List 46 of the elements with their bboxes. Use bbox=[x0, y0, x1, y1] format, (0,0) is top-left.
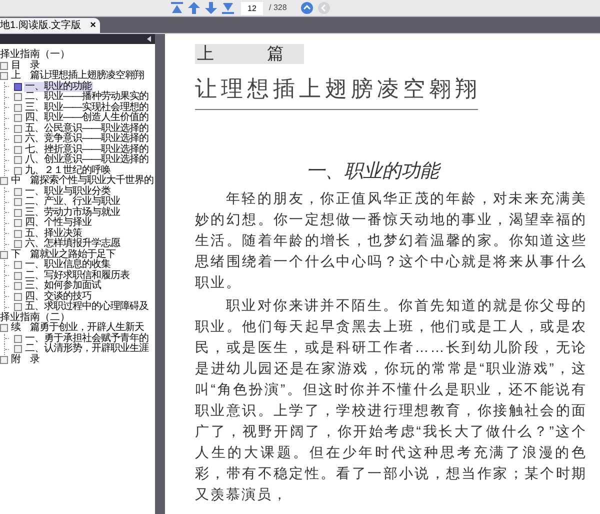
outline-heading: 择业指南（二） bbox=[0, 312, 70, 322]
outline-item[interactable]: 三、如何参加面试 bbox=[24, 281, 102, 292]
outline-item[interactable]: 一、职业的功能 bbox=[24, 82, 92, 92]
outline-item[interactable]: 目 录 bbox=[10, 60, 40, 71]
first-page-icon[interactable] bbox=[170, 1, 184, 15]
outline-item[interactable]: 九、２１世纪的呼唤 bbox=[24, 166, 112, 176]
outline-item[interactable]: 四、交谈的技巧 bbox=[24, 292, 92, 302]
outline-item[interactable]: 上 篇让理想插上翅膀凌空翱翔 bbox=[10, 71, 145, 82]
next-circle-icon[interactable] bbox=[300, 1, 314, 15]
outline-item[interactable]: 三、劳动力市场与就业 bbox=[24, 208, 121, 218]
outline-item[interactable]: 三、职业——实现社会理想的 bbox=[24, 102, 150, 113]
arrow-up-icon[interactable] bbox=[187, 1, 201, 15]
body-paragraph: 职业对你来讲并不陌生。你首先知道的就是你父母的职业。他们每天起早贪黑去上班，他们或是工人，或是农民，或是医生，或是科研工作者……长到幼儿阶段，无论是进幼儿园还是在家游戏，你玩的常常是“职业游戏”，这叫“角色扮演”。但这时你并不懂什么是职业，还不能说有职业意识。上学了，学校进行理想教育，你接触社会的面广了，视野开阔了，你开始考虑“我长大了做什么？”这个人生的大课题。但在少年时代这种思考充满了浪漫的色彩，带有不稳定性。看了一部小说，想当作家；某个时期又羡慕演员， bbox=[195, 296, 587, 504]
outline-item[interactable]: 一、职业信息的收集 bbox=[24, 260, 112, 270]
collapse-panel-icon[interactable] bbox=[146, 36, 152, 42]
tab-title: 地1.阅读版.文字版 bbox=[0, 20, 82, 30]
outline-item[interactable]: 五、公民意识——职业选择的 bbox=[24, 124, 150, 134]
close-icon[interactable]: × bbox=[90, 20, 96, 30]
part-label: 上 篇 bbox=[195, 44, 304, 64]
outline-item[interactable]: 续 篇勇于创业，开辟人生新天 bbox=[10, 323, 145, 334]
page-number-field[interactable]: 12 bbox=[241, 2, 263, 14]
section-heading: 一、职业的功能 bbox=[305, 160, 442, 184]
last-page-icon[interactable] bbox=[221, 1, 235, 15]
outline-heading: 择业指南（一） bbox=[0, 50, 70, 60]
outline-item[interactable]: 中 篇探索个性与职业大千世界的 bbox=[10, 176, 154, 186]
outline-item[interactable]: 八、创业意识——职业选择的 bbox=[24, 155, 150, 166]
outline-item[interactable]: 下 篇就业之路始于足下 bbox=[10, 250, 116, 260]
outline-item[interactable]: 二、认清形势，开辟职业生涯 bbox=[24, 344, 150, 354]
document-tab[interactable]: 地1.阅读版.文字版 × bbox=[0, 18, 100, 33]
outline-item[interactable]: 六、怎样填报升学志愿 bbox=[24, 239, 121, 250]
arrow-down-icon[interactable] bbox=[204, 1, 218, 15]
outline-item[interactable]: 五、择业决策 bbox=[24, 228, 83, 239]
outline-item[interactable]: 一、勇于承担社会赋予青年的 bbox=[24, 334, 150, 344]
outline-item[interactable]: 五、求职过程中的心理障碍及 bbox=[24, 302, 150, 312]
outline-item[interactable]: 四、个性与择业 bbox=[24, 218, 92, 228]
outline-item[interactable]: 四、职业——创造人生价值的 bbox=[24, 113, 150, 124]
body-paragraph: 年轻的朋友，你正值风华正茂的年龄，对未来充满美妙的幻想。你一定想做一番惊天动地的事业，渴望幸福的生活。随着年龄的增长，也梦幻着温馨的家。你知道这些思绪围绕着一个什么中心吗？这个中心就是将来从事什么职业。 bbox=[195, 189, 587, 292]
outline-item[interactable]: 二、写好求职信和履历表 bbox=[24, 270, 130, 281]
outline-item[interactable]: 一、职业与职业分类 bbox=[24, 186, 112, 197]
outline-item[interactable]: 七、挫折意识——职业选择的 bbox=[24, 144, 150, 155]
outline-item[interactable]: 二、职业——播种劳动果实的 bbox=[24, 92, 150, 102]
outline-item[interactable]: 六、竞争意识——职业选择的 bbox=[24, 134, 150, 144]
outline-item[interactable]: 附 录 bbox=[10, 354, 40, 365]
chapter-title: 让理想插上翅膀凌空翱翔 bbox=[195, 75, 482, 103]
outline-item[interactable]: 二、产业、行业与职业 bbox=[24, 197, 121, 208]
page-total: / 328 bbox=[269, 2, 287, 14]
